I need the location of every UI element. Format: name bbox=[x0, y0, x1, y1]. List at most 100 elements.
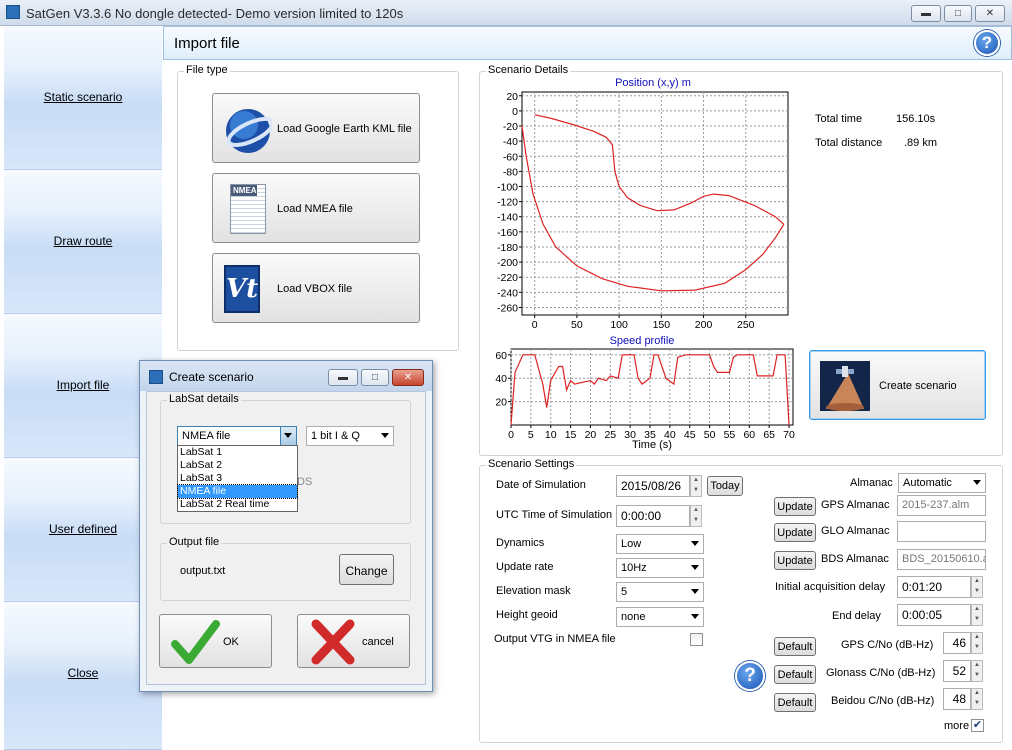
update-rate-select[interactable]: 10Hz bbox=[616, 558, 704, 578]
chevron-down-icon bbox=[691, 614, 699, 619]
date-spinner[interactable]: ▲ ▼ bbox=[690, 475, 702, 497]
labsat-type-value: NMEA file bbox=[182, 430, 231, 442]
beidou-cno-spinner[interactable]: ▲ ▼ bbox=[971, 688, 983, 710]
x-tick-label: 70 bbox=[783, 429, 795, 441]
dropdown-option[interactable]: LabSat 2 bbox=[178, 459, 297, 472]
init-acq-spinner[interactable]: ▲ ▼ bbox=[971, 576, 983, 598]
update-rate-label: Update rate bbox=[496, 561, 554, 573]
dialog-minimize-button[interactable]: ▬ bbox=[328, 369, 358, 386]
y-tick-label: 20 bbox=[506, 91, 518, 103]
load-kml-button[interactable]: Load Google Earth KML file bbox=[212, 93, 420, 163]
gps-cno-field[interactable]: 46 bbox=[943, 632, 971, 654]
maximize-button[interactable]: □ bbox=[944, 5, 972, 22]
x-tick-label: 50 bbox=[571, 319, 583, 331]
x-tick-label: 20 bbox=[585, 429, 597, 441]
page-header: Import file ? bbox=[163, 26, 1012, 60]
y-tick-label: 40 bbox=[495, 373, 507, 385]
x-tick-label: 45 bbox=[684, 429, 696, 441]
glo-almanac-field[interactable] bbox=[897, 521, 986, 542]
today-button[interactable]: Today bbox=[707, 476, 743, 496]
change-button[interactable]: Change bbox=[339, 554, 394, 585]
dialog-maximize-button[interactable]: □ bbox=[361, 369, 389, 386]
page-title: Import file bbox=[174, 35, 240, 52]
default-gps-cno-button[interactable]: Default bbox=[774, 637, 816, 656]
dynamics-select[interactable]: Low bbox=[616, 534, 704, 554]
beidou-cno-field[interactable]: 48 bbox=[943, 688, 971, 710]
labsat-details-legend: LabSat details bbox=[167, 393, 241, 405]
y-tick-label: -220 bbox=[497, 272, 518, 284]
dropdown-option-selected[interactable]: NMEA file bbox=[177, 484, 298, 499]
more-checkbox[interactable]: ✔ bbox=[971, 719, 984, 732]
date-field[interactable]: 2015/08/26 bbox=[616, 475, 690, 497]
dialog-title: Create scenario bbox=[169, 370, 254, 384]
satellite-icon bbox=[820, 361, 870, 411]
help-icon[interactable]: ? bbox=[974, 30, 1000, 56]
y-tick-label: -80 bbox=[503, 166, 518, 178]
gps-almanac-field[interactable]: 2015-237.alm bbox=[897, 495, 986, 516]
output-file-legend: Output file bbox=[167, 536, 222, 548]
speed-chart: Speed profile 0 5 10 15 20 25 30 35 40 45 50 55 60 65… bbox=[495, 335, 795, 451]
update-gps-almanac-button[interactable]: Update bbox=[774, 497, 816, 516]
height-geoid-select[interactable]: none bbox=[616, 607, 704, 627]
x-tick-label: 200 bbox=[695, 319, 713, 331]
total-time-value: 156.10s bbox=[896, 113, 936, 125]
beidou-cno-label: Beidou C/No (dB-Hz) bbox=[831, 695, 935, 707]
y-tick-label: -60 bbox=[503, 151, 518, 163]
cancel-button[interactable]: cancel bbox=[297, 614, 410, 668]
title-bar: SatGen V3.3.6 No dongle detected- Demo v… bbox=[0, 0, 1012, 26]
height-geoid-label: Height geoid bbox=[496, 609, 558, 621]
utc-spinner[interactable]: ▲ ▼ bbox=[690, 505, 702, 527]
y-tick-label: 20 bbox=[495, 397, 507, 409]
load-nmea-button[interactable]: NMEA Load NMEA file bbox=[212, 173, 420, 243]
load-vbox-button[interactable]: Vt Load VBOX file bbox=[212, 253, 420, 323]
glonass-cno-spinner[interactable]: ▲ ▼ bbox=[971, 660, 983, 682]
gps-cno-label: GPS C/No (dB-Hz) bbox=[841, 639, 934, 651]
output-file-value: output.txt bbox=[180, 565, 226, 577]
close-window-button[interactable]: ✕ bbox=[975, 5, 1005, 22]
almanac-value: Automatic bbox=[903, 477, 952, 489]
chevron-down-icon bbox=[691, 541, 699, 546]
gps-cno-spinner[interactable]: ▲ ▼ bbox=[971, 632, 983, 654]
dropdown-option[interactable]: LabSat 2 Real time bbox=[178, 498, 297, 511]
speed-plot-area bbox=[510, 348, 794, 426]
create-scenario-label: Create scenario bbox=[879, 380, 957, 392]
help-icon-settings[interactable]: ? bbox=[735, 661, 765, 691]
hidden-option-fragment: DS bbox=[297, 476, 313, 488]
bds-almanac-field[interactable]: BDS_20150610.a bbox=[897, 549, 986, 570]
almanac-select[interactable]: Automatic bbox=[898, 473, 986, 493]
labsat-type-select[interactable]: NMEA file bbox=[177, 426, 297, 446]
total-distance-label: Total distance bbox=[815, 137, 883, 149]
default-glonass-cno-button[interactable]: Default bbox=[774, 665, 816, 684]
dropdown-option[interactable]: LabSat 1 bbox=[178, 446, 297, 459]
x-tick-label: 250 bbox=[737, 319, 755, 331]
sidebar-item-draw-route[interactable]: Draw route bbox=[4, 170, 162, 314]
sidebar-item-label: Draw route bbox=[53, 234, 113, 248]
dialog-close-button[interactable]: ✕ bbox=[392, 369, 424, 386]
dropdown-option[interactable]: LabSat 3 bbox=[178, 472, 297, 485]
x-tick-label: 60 bbox=[743, 429, 755, 441]
end-delay-spinner[interactable]: ▲ ▼ bbox=[971, 604, 983, 626]
quantization-select[interactable]: 1 bit I & Q bbox=[306, 426, 394, 446]
create-scenario-button[interactable]: Create scenario bbox=[809, 350, 986, 420]
sidebar-item-static-scenario[interactable]: Static scenario bbox=[4, 26, 162, 170]
elevation-value: 5 bbox=[621, 586, 628, 598]
utc-time-field[interactable]: 0:00:00 bbox=[616, 505, 690, 527]
default-beidou-cno-button[interactable]: Default bbox=[774, 693, 816, 712]
ok-button[interactable]: OK bbox=[159, 614, 272, 668]
ok-label: OK bbox=[223, 636, 239, 648]
speed-xlabel: Time (s) bbox=[632, 439, 672, 451]
init-acq-field[interactable]: 0:01:20 bbox=[897, 576, 971, 598]
x-tick-label: 65 bbox=[763, 429, 775, 441]
update-glo-almanac-button[interactable]: Update bbox=[774, 523, 816, 542]
dynamics-value: Low bbox=[621, 538, 642, 550]
elevation-select[interactable]: 5 bbox=[616, 582, 704, 602]
glonass-cno-field[interactable]: 52 bbox=[943, 660, 971, 682]
end-delay-field[interactable]: 0:00:05 bbox=[897, 604, 971, 626]
y-tick-label: 60 bbox=[495, 350, 507, 362]
vtg-checkbox[interactable] bbox=[690, 633, 703, 646]
update-bds-almanac-button[interactable]: Update bbox=[774, 551, 816, 570]
chevron-down-icon bbox=[381, 433, 389, 438]
more-label: more bbox=[944, 720, 970, 732]
chevron-down-icon bbox=[691, 565, 699, 570]
minimize-button[interactable]: ▬ bbox=[911, 5, 941, 22]
